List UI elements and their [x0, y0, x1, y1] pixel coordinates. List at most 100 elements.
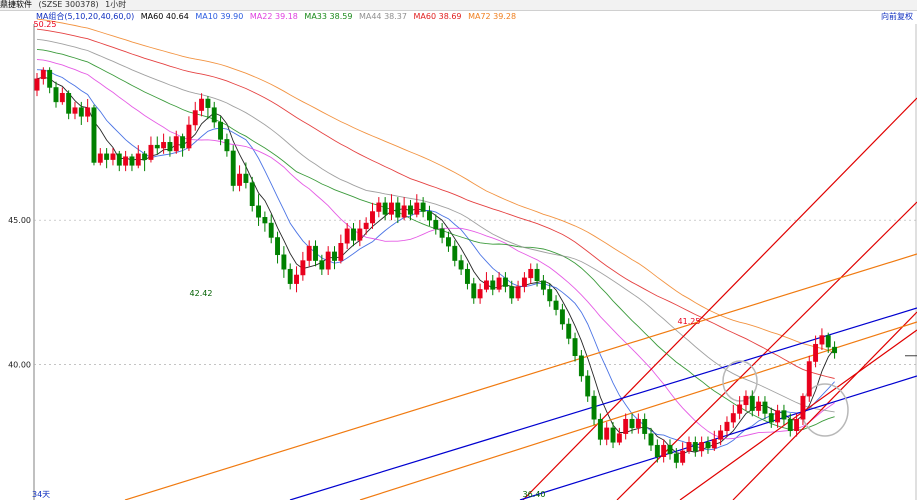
candle-body	[654, 444, 660, 457]
candle-body	[268, 222, 274, 238]
ma-group-label[interactable]: MA组合(5,10,20,40,60,0)	[36, 12, 134, 21]
candle-body	[521, 277, 527, 287]
candle-body	[294, 274, 299, 284]
candle-body	[629, 418, 635, 429]
candle-body	[224, 139, 230, 152]
candle-body	[237, 173, 243, 186]
candle-body	[737, 404, 743, 414]
period-label[interactable]: 1小时	[105, 0, 126, 9]
candle-body	[749, 395, 755, 411]
ma-line	[36, 76, 835, 455]
candle-body	[578, 355, 584, 377]
candle-body	[59, 92, 65, 103]
candle-body	[686, 442, 692, 452]
candle-body	[401, 205, 407, 218]
candle-body	[806, 361, 812, 397]
candle-body	[699, 442, 705, 452]
candle-body	[471, 283, 477, 299]
candle-body	[572, 338, 578, 357]
candle-body	[161, 142, 167, 149]
ma-legend-item: MA33 38.59	[304, 12, 353, 21]
trend-line	[679, 329, 917, 500]
candle-body	[281, 254, 287, 270]
candle-body	[287, 268, 293, 284]
candle-body	[420, 202, 426, 212]
ma-legend-item: MA60 40.64	[140, 12, 189, 21]
candle-body	[642, 418, 648, 434]
candle-body	[756, 401, 762, 411]
candle-body	[351, 228, 356, 241]
forward-adjust-button[interactable]: 向前复权	[881, 11, 913, 22]
ma-legend: MA组合(5,10,20,40,60,0) MA60 40.64 MA10 39…	[36, 11, 520, 22]
candle-body	[382, 202, 388, 215]
candle-body	[110, 153, 116, 160]
candle-body	[711, 439, 717, 449]
candle-body	[186, 124, 192, 149]
candle-body	[623, 418, 629, 434]
candle-body	[515, 286, 521, 299]
candle-body	[218, 121, 224, 140]
candle-body	[243, 173, 249, 183]
ma-line	[36, 18, 835, 353]
candlestick-chart[interactable]: 45.0040.00 50.2542.4241.2536.4034天	[0, 0, 917, 500]
ma-legend-item: MA22 39.18	[249, 12, 298, 21]
chart-title-bar: 鼎捷软件 (SZSE 300378) 1小时	[0, 0, 917, 11]
candle-body	[370, 211, 375, 224]
candle-body	[306, 245, 312, 261]
price-annotation: 42.42	[190, 289, 213, 298]
candle-body	[40, 69, 46, 80]
candle-body	[464, 268, 470, 284]
candle-body	[825, 335, 831, 348]
candle-body	[680, 450, 686, 463]
stock-name: 鼎捷软件	[0, 0, 32, 9]
candle-body	[591, 395, 597, 420]
ma-line	[36, 48, 835, 431]
candle-body	[34, 78, 40, 91]
candle-body	[553, 300, 559, 310]
candle-body	[344, 228, 350, 244]
candle-body	[496, 277, 502, 290]
candle-body	[705, 442, 711, 449]
candle-body	[395, 202, 401, 218]
candle-body	[192, 110, 198, 126]
candle-body	[604, 427, 610, 440]
candle-body	[787, 418, 793, 432]
candle-body	[414, 202, 420, 215]
candle-body	[357, 228, 363, 241]
candle-body	[313, 245, 318, 261]
trend-line	[124, 253, 917, 500]
candle-body	[319, 260, 325, 270]
stock-code: (SZSE 300378)	[38, 0, 99, 9]
candle-body	[452, 245, 458, 261]
candle-body	[408, 205, 413, 215]
ma-legend-item: MA60 38.69	[413, 12, 462, 21]
candle-body	[439, 228, 445, 238]
candle-body	[616, 433, 622, 443]
candle-body	[78, 107, 84, 117]
candle-body	[566, 323, 572, 339]
candle-body	[205, 98, 211, 108]
candle-body	[502, 277, 508, 287]
candle-body	[743, 395, 749, 406]
candle-body	[180, 136, 186, 149]
candle-body	[262, 217, 268, 224]
candle-body	[148, 144, 154, 160]
candle-body	[389, 202, 394, 215]
candle-body	[648, 433, 654, 446]
candle-body	[433, 219, 439, 230]
ma-legend-item: MA44 38.37	[358, 12, 407, 21]
candle-body	[540, 280, 546, 290]
ma-line	[36, 59, 835, 440]
candle-body	[661, 444, 667, 457]
candle-body	[775, 410, 781, 423]
candle-body	[667, 444, 673, 455]
candle-body	[230, 150, 236, 186]
candle-body	[249, 182, 255, 206]
candle-body	[446, 237, 451, 247]
candle-body	[718, 430, 724, 440]
candle-body	[483, 280, 489, 290]
candle-body	[730, 413, 736, 423]
candle-body	[53, 87, 59, 103]
candle-body	[477, 289, 483, 299]
candle-body	[458, 260, 464, 270]
